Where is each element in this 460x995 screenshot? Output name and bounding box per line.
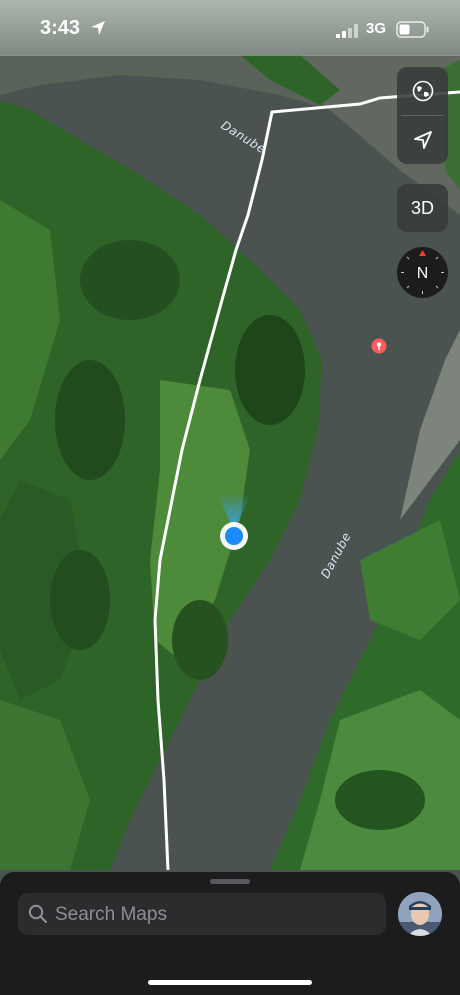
status-bar: 3:43 3G — [0, 0, 460, 56]
view-3d-label: 3D — [410, 197, 434, 218]
view-3d-button[interactable]: 3D — [397, 184, 448, 232]
avatar-icon — [398, 892, 442, 936]
network-type: 3G — [366, 20, 387, 37]
battery-icon — [396, 21, 429, 38]
map-pin-icon[interactable] — [371, 338, 387, 354]
globe-icon — [412, 80, 433, 102]
avatar[interactable] — [398, 892, 442, 936]
compass-icon: N — [401, 250, 444, 294]
home-indicator — [148, 980, 312, 985]
satellite-map[interactable] — [0, 0, 460, 995]
compass-button[interactable]: N — [397, 247, 448, 298]
cellular-signal-icon — [336, 24, 358, 38]
location-arrow-icon — [91, 21, 105, 35]
sheet-grabber[interactable] — [210, 879, 250, 884]
search-input[interactable]: Search Maps — [18, 893, 386, 935]
status-time: 3:43 — [40, 17, 81, 39]
compass-label: N — [417, 265, 429, 282]
map-mode-button[interactable] — [397, 67, 448, 115]
search-placeholder: Search Maps — [55, 904, 167, 925]
map-controls — [397, 67, 448, 164]
location-arrow-icon — [413, 131, 432, 149]
magnifier-icon — [28, 904, 48, 924]
view-3d-control: 3D — [397, 184, 448, 232]
tracking-button[interactable] — [397, 116, 448, 164]
search-sheet[interactable]: Search Maps — [0, 872, 460, 995]
